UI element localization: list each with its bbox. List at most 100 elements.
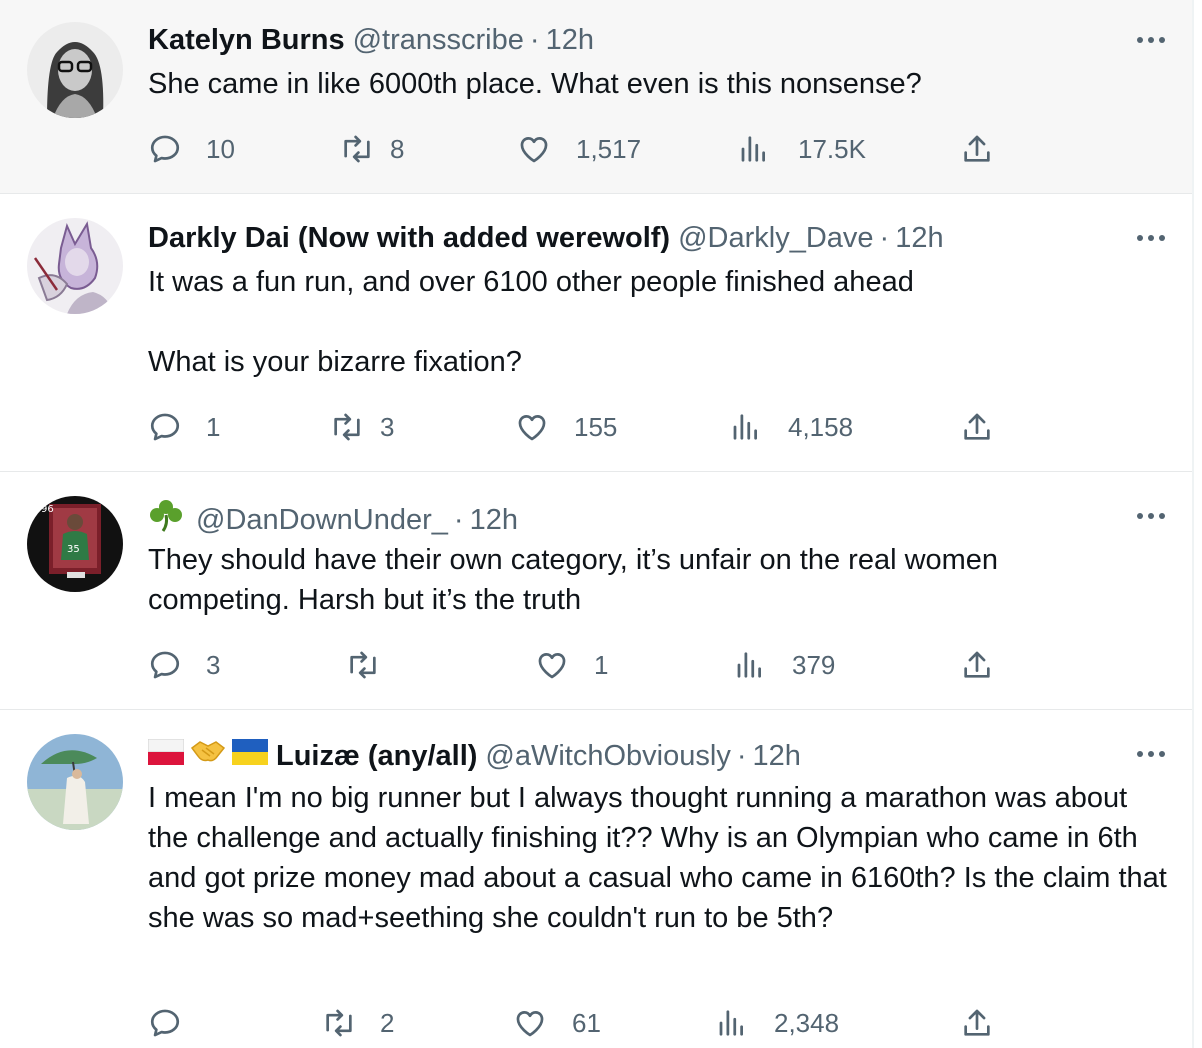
like-button[interactable]: 155: [514, 409, 617, 445]
retweet-icon: [344, 135, 370, 163]
reply-icon: [150, 1009, 180, 1037]
svg-text:35: 35: [67, 544, 80, 555]
views-count: 4,158: [788, 411, 854, 442]
retweet-button[interactable]: 8: [338, 131, 404, 167]
tweet-header: Darkly Dai (Now with added werewolf) @Da…: [148, 220, 944, 256]
avatar[interactable]: [27, 22, 123, 118]
tweet-4[interactable]: Luizæ (any/all) @aWitchObviously · 12h I…: [0, 710, 1192, 1048]
tweet-header: Katelyn Burns @transscribe · 12h: [148, 22, 594, 58]
more-icon: [1137, 37, 1165, 43]
separator-dot: ·: [879, 222, 890, 254]
tweet-2[interactable]: Darkly Dai (Now with added werewolf) @Da…: [0, 194, 1192, 472]
action-bar: 3 1 379: [148, 647, 1028, 683]
poland-flag-icon: [147, 738, 185, 774]
share-icon: [964, 413, 990, 440]
like-button[interactable]: 1,517: [516, 131, 641, 167]
views-icon: [741, 136, 765, 162]
avatar[interactable]: [27, 734, 123, 830]
separator-dot: ·: [736, 739, 747, 772]
share-icon: [964, 651, 990, 678]
views-button[interactable]: 4,158: [730, 409, 853, 445]
reply-button[interactable]: 1: [148, 409, 220, 445]
action-bar: 2 61 2,348: [148, 1005, 1028, 1041]
like-button[interactable]: 61: [512, 1005, 601, 1041]
share-button[interactable]: [960, 409, 994, 445]
share-button[interactable]: [960, 647, 994, 683]
views-button[interactable]: 2,348: [716, 1005, 839, 1041]
tweet-3[interactable]: 35 96 @DanDownUnder_ · 12h They should h…: [0, 472, 1192, 710]
reply-count: 1: [206, 411, 221, 442]
display-name[interactable]: Darkly Dai (Now with added werewolf): [148, 220, 670, 256]
views-count: 379: [792, 649, 836, 680]
like-icon: [538, 653, 566, 679]
reply-button[interactable]: 3: [148, 647, 220, 683]
share-icon: [964, 135, 990, 162]
timestamp[interactable]: 12h: [895, 220, 943, 256]
more-options-button[interactable]: [1136, 25, 1166, 55]
user-handle[interactable]: @DanDownUnder_: [196, 502, 448, 538]
tweet-text: They should have their own category, it’…: [148, 540, 1068, 620]
retweet-icon: [350, 651, 376, 679]
separator-dot: ·: [529, 24, 540, 56]
timestamp[interactable]: 12h: [753, 738, 801, 774]
tweet-header: Luizæ (any/all) @aWitchObviously · 12h: [147, 736, 801, 775]
retweet-button[interactable]: 2: [320, 1005, 394, 1041]
views-button[interactable]: 379: [734, 647, 835, 683]
user-handle[interactable]: @Darkly_Dave: [678, 220, 873, 256]
timestamp[interactable]: 12h: [470, 502, 518, 538]
retweet-button[interactable]: [344, 647, 406, 683]
retweet-count: 2: [380, 1007, 395, 1038]
views-icon: [733, 414, 757, 440]
like-count: 61: [572, 1007, 601, 1038]
like-count: 1,517: [576, 133, 642, 164]
display-name[interactable]: Luizæ (any/all): [276, 738, 477, 774]
more-options-button[interactable]: [1136, 223, 1166, 253]
like-count: 155: [574, 411, 618, 442]
more-options-button[interactable]: [1136, 739, 1166, 769]
tweet-text-line: They should have their own category, it’…: [148, 544, 999, 616]
reply-count: 10: [206, 133, 235, 164]
display-name[interactable]: Katelyn Burns: [148, 22, 345, 58]
ukraine-flag-icon: [232, 738, 268, 774]
views-icon: [719, 1010, 743, 1036]
timestamp[interactable]: 12h: [546, 22, 594, 58]
more-icon: [1137, 235, 1165, 241]
action-bar: 1 3 155 4,158: [148, 409, 1028, 445]
tweet-text-line: I mean I'm no big runner but I always th…: [148, 782, 1167, 934]
more-icon: [1137, 751, 1165, 757]
action-bar: 10 8 1,517 17.5K: [148, 131, 1028, 167]
avatar[interactable]: 35 96: [27, 496, 123, 592]
shamrock-icon: [148, 498, 184, 541]
share-button[interactable]: [960, 131, 994, 167]
reply-button[interactable]: 10: [148, 131, 235, 167]
separator-dot: ·: [453, 503, 464, 536]
retweet-icon: [334, 413, 360, 441]
handshake-icon: [190, 736, 226, 775]
like-icon: [520, 137, 548, 163]
tweet-text-line: She came in like 6000th place. What even…: [148, 68, 922, 100]
user-handle[interactable]: @transscribe: [353, 22, 524, 58]
tweet-text: It was a fun run, and over 6100 other pe…: [148, 262, 1168, 382]
reply-button[interactable]: [148, 1005, 206, 1041]
tweet-text-line: What is your bizarre fixation?: [148, 346, 522, 378]
like-count: 1: [594, 649, 609, 680]
like-button[interactable]: 1: [534, 647, 608, 683]
views-button[interactable]: 17.5K: [738, 131, 866, 167]
retweet-button[interactable]: 3: [328, 409, 394, 445]
share-icon: [964, 1009, 990, 1036]
tweet-header: @DanDownUnder_ · 12h: [148, 498, 518, 541]
like-icon: [518, 415, 546, 441]
more-options-button[interactable]: [1136, 501, 1166, 531]
more-icon: [1137, 513, 1165, 519]
views-count: 2,348: [774, 1007, 840, 1038]
share-button[interactable]: [960, 1005, 994, 1041]
retweet-count: 8: [390, 133, 405, 164]
like-icon: [516, 1011, 544, 1037]
reply-icon: [150, 413, 180, 441]
avatar[interactable]: [27, 218, 123, 314]
reply-icon: [150, 135, 180, 163]
tweet-1[interactable]: Katelyn Burns @transscribe · 12h She cam…: [0, 0, 1192, 194]
tweet-text: She came in like 6000th place. What even…: [148, 64, 1168, 104]
user-handle[interactable]: @aWitchObviously: [485, 738, 730, 774]
views-count: 17.5K: [798, 133, 866, 164]
